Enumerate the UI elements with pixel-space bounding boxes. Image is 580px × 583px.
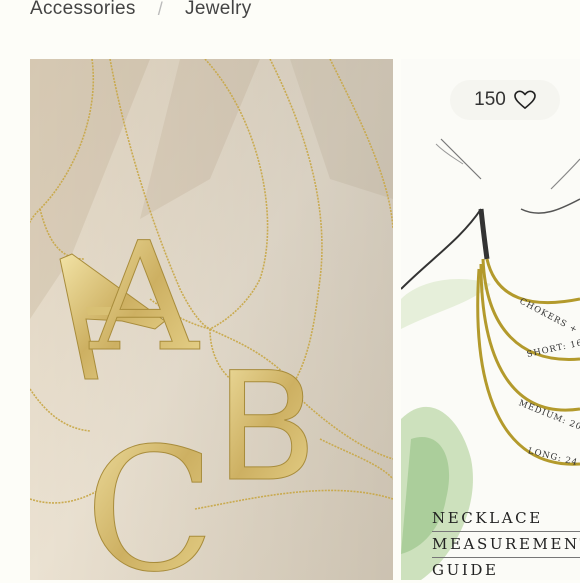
necklace-photo: A B C xyxy=(30,59,393,580)
guide-title-line-3: GUIDE xyxy=(432,561,499,579)
letter-c-glyph: C xyxy=(85,412,215,580)
letter-c-pendant: C xyxy=(85,412,216,581)
product-image-main[interactable]: A B C xyxy=(30,59,393,580)
guide-title-line-1: NECKLACE xyxy=(432,506,580,532)
guide-title: NECKLACE MEASUREMENT GUIDE xyxy=(432,506,580,583)
letter-b-glyph: B xyxy=(215,341,318,515)
breadcrumb-accessories[interactable]: Accessories xyxy=(30,0,136,20)
breadcrumb: Accessories / Jewelry xyxy=(30,0,252,24)
letter-b-pendant: B xyxy=(215,341,319,516)
favorite-count: 150 xyxy=(474,89,506,110)
heart-outline-icon xyxy=(514,90,536,109)
guide-title-line-2: MEASUREMENT xyxy=(432,532,580,558)
breadcrumb-separator: / xyxy=(157,0,164,19)
favorite-button[interactable]: 150 xyxy=(450,80,560,120)
letter-a-glyph: A xyxy=(89,211,200,385)
breadcrumb-jewelry[interactable]: Jewelry xyxy=(185,0,252,20)
